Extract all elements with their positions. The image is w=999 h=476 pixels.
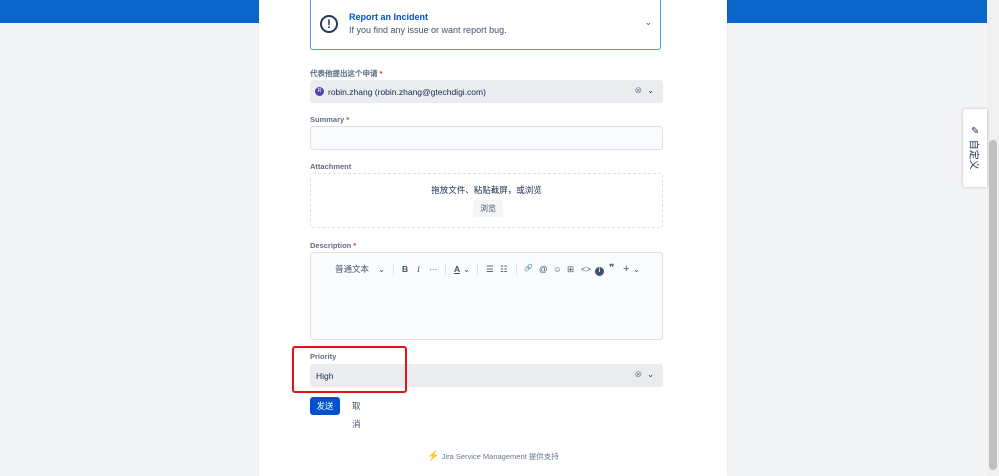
cancel-button[interactable]: 取消	[352, 397, 368, 429]
link-icon[interactable]: 🔗	[524, 261, 533, 277]
customize-side-tab[interactable]: ✎ 自定义	[963, 109, 987, 187]
chevron-down-icon: ⌄	[644, 17, 652, 27]
request-type-title: Report an Incident	[349, 12, 429, 22]
description-editor[interactable]: 普通文本 ⌄ B I ··· A ⌄ ☰ ☷ 🔗 @ ☺ ⊞ <> i ❞ + …	[310, 252, 663, 340]
clear-icon[interactable]: ⊗	[634, 85, 642, 96]
editor-toolbar: 普通文本 ⌄ B I ··· A ⌄ ☰ ☷ 🔗 @ ☺ ⊞ <> i ❞ + …	[311, 261, 662, 277]
alert-circle-icon: !	[320, 15, 338, 33]
raise-on-behalf-value: robin.zhang (robin.zhang@gtechdigi.com)	[328, 87, 486, 97]
pencil-icon: ✎	[970, 125, 980, 137]
footer-text[interactable]: Jira Service Management 提供支持	[442, 452, 559, 461]
request-form-card: ! Report an Incident If you find any iss…	[259, 0, 727, 476]
info-panel-icon[interactable]: i	[595, 261, 604, 277]
chevron-down-icon[interactable]: ⌄	[378, 261, 385, 277]
request-type-description: If you find any issue or want report bug…	[349, 25, 507, 35]
chevron-down-icon[interactable]: ⌄	[463, 261, 470, 277]
more-formatting-button[interactable]: ···	[429, 261, 438, 277]
description-label: Description *	[310, 241, 357, 250]
powered-by-footer: ⚡ Jira Service Management 提供支持	[259, 451, 727, 462]
submit-button[interactable]: 发送	[310, 397, 340, 415]
summary-label: Summary *	[310, 115, 350, 124]
clear-icon[interactable]: ⊗	[634, 369, 642, 380]
attachment-drop-text: 拖放文件、粘贴截屏，或浏览	[431, 185, 542, 195]
chevron-down-icon[interactable]: ⌄	[633, 261, 640, 277]
lightning-bolt-icon: ⚡	[427, 451, 440, 462]
avatar: R	[315, 87, 324, 96]
customize-label: 自定义	[967, 139, 979, 170]
summary-input[interactable]	[310, 126, 663, 150]
italic-button[interactable]: I	[417, 261, 420, 277]
chevron-down-icon[interactable]: ⌄	[647, 86, 654, 95]
chevron-down-icon[interactable]: ⌄	[647, 370, 654, 379]
attachment-label: Attachment	[310, 162, 352, 171]
text-color-button[interactable]: A	[454, 261, 460, 277]
attachment-dropzone[interactable]: 拖放文件、粘贴截屏，或浏览 浏览	[310, 173, 663, 228]
table-icon[interactable]: ⊞	[567, 261, 574, 277]
bold-button[interactable]: B	[402, 261, 408, 277]
emoji-icon[interactable]: ☺	[553, 261, 562, 277]
raise-on-behalf-select[interactable]: R robin.zhang (robin.zhang@gtechdigi.com…	[310, 80, 663, 103]
text-style-dropdown[interactable]: 普通文本	[335, 261, 369, 277]
scrollbar-thumb[interactable]	[989, 140, 997, 470]
raise-on-behalf-label: 代表他提出这个申请 *	[310, 69, 383, 78]
bullet-list-icon[interactable]: ☰	[486, 261, 494, 277]
insert-plus-icon[interactable]: +	[623, 261, 629, 277]
browse-button[interactable]: 浏览	[473, 200, 503, 217]
priority-highlight-box	[292, 346, 407, 393]
quote-icon[interactable]: ❞	[609, 261, 614, 277]
numbered-list-icon[interactable]: ☷	[500, 261, 508, 277]
mention-icon[interactable]: @	[539, 261, 548, 277]
code-icon[interactable]: <>	[581, 261, 591, 277]
request-type-selector[interactable]: ! Report an Incident If you find any iss…	[310, 0, 661, 50]
